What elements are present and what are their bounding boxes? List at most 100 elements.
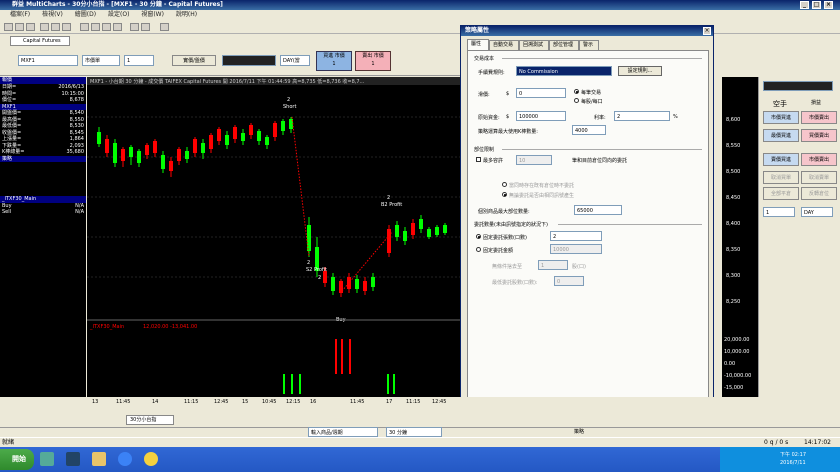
sheet-bar: 13 11:45 14 11:15 12:45 15 10:45 12:15 1… — [0, 397, 840, 427]
copy-icon[interactable] — [51, 23, 60, 31]
price-type-select[interactable]: 市價單 — [82, 55, 120, 66]
tab-alerts[interactable]: 警示 — [579, 40, 599, 50]
reverse-button[interactable]: 反轉倉位 — [801, 187, 837, 200]
fixed-qty-radio[interactable] — [476, 234, 481, 239]
menu-file[interactable]: 檔案(F) — [10, 11, 30, 18]
grid-icon[interactable] — [91, 23, 100, 31]
quote-spacer — [0, 162, 86, 196]
allow-checkbox[interactable] — [476, 157, 481, 162]
powershell-icon[interactable] — [66, 452, 80, 466]
round-input[interactable]: 1 — [538, 260, 568, 270]
quote-key: MXF1 — [2, 103, 16, 110]
sheet-tab[interactable]: 30分小台指 — [126, 415, 174, 425]
menu-window[interactable]: 視窗(W) — [141, 11, 164, 18]
opt2-label: 無論委託是否由相同訊號產生 — [509, 193, 575, 199]
opt1-radio[interactable] — [502, 182, 507, 187]
paste-icon[interactable] — [62, 23, 71, 31]
app-icon[interactable] — [40, 452, 54, 466]
menu-settings[interactable]: 設定(O) — [108, 11, 129, 18]
fixed-qty-input[interactable]: 2 — [550, 231, 602, 241]
per-contract-radio[interactable] — [574, 98, 579, 103]
close-all-button[interactable]: 全部平倉 — [763, 187, 799, 200]
capital-input[interactable]: 100000 — [516, 111, 566, 121]
status-text: 就緒 — [2, 439, 15, 446]
open-icon[interactable] — [15, 23, 24, 31]
action-button[interactable]: 實價/盤價 — [172, 55, 216, 66]
tab-properties[interactable]: 屬性 — [467, 39, 489, 50]
x-tick: 12:45 — [432, 399, 447, 405]
indicator-bars — [283, 339, 395, 394]
cancel-buy-button[interactable]: 取消買單 — [763, 171, 799, 184]
zoom-out-icon[interactable] — [141, 23, 150, 31]
section-order-size: 委託數量(未由訊號指定的狀況下) — [474, 222, 548, 228]
max-shares-input[interactable]: 65000 — [574, 205, 622, 215]
tab-auto-trade[interactable]: 自動交易 — [489, 40, 519, 50]
market-buy-button[interactable]: 市價買進 — [763, 111, 799, 124]
strategy-icon[interactable] — [113, 23, 122, 31]
min-shares-input[interactable]: 0 — [554, 276, 584, 286]
panel-tif-select[interactable]: DAY — [801, 207, 833, 217]
max-bars-input[interactable]: 4000 — [572, 125, 606, 135]
price-axis: 8,600 8,550 8,500 8,450 8,400 8,350 8,30… — [722, 77, 758, 397]
bid-buy-button[interactable]: 最價買進 — [763, 129, 799, 142]
candle — [331, 277, 335, 291]
candle — [419, 219, 423, 229]
candle — [153, 141, 157, 153]
menu-view[interactable]: 檢視(V) — [42, 11, 63, 18]
symbol-input[interactable]: MXF1 — [18, 55, 78, 66]
menu-help[interactable]: 說明(H) — [176, 11, 197, 18]
ask-buy-button[interactable]: 賣價買進 — [763, 153, 799, 166]
panel-qty-input[interactable]: 1 — [763, 207, 795, 217]
tif-select[interactable]: DAY(當 — [280, 55, 310, 66]
ie-icon[interactable] — [118, 452, 132, 466]
multicharts-icon[interactable] — [144, 452, 158, 466]
price-tick: 8,500 — [726, 169, 741, 175]
opt2-radio[interactable] — [502, 192, 507, 197]
cancel-sell-button[interactable]: 取消賣單 — [801, 171, 837, 184]
candle — [411, 223, 415, 235]
print-icon[interactable] — [160, 23, 169, 31]
strategy-button[interactable]: 策略 — [574, 428, 584, 435]
cut-icon[interactable] — [40, 23, 49, 31]
candle — [113, 143, 117, 163]
fixed-amount-input[interactable]: 10000 — [550, 244, 602, 254]
interval-select[interactable]: 30 分鐘 — [386, 427, 442, 437]
tab-capital-futures[interactable]: Capital Futures — [10, 36, 70, 46]
maximize-icon[interactable]: □ — [812, 1, 821, 9]
account-select[interactable] — [222, 55, 276, 66]
allow-input[interactable]: 10 — [516, 155, 552, 165]
close-icon[interactable]: × — [824, 1, 833, 9]
save-icon[interactable] — [26, 23, 35, 31]
start-button[interactable]: 開始 — [0, 449, 34, 470]
market-sell-button[interactable]: 市價賣出 — [801, 111, 837, 124]
new-icon[interactable] — [4, 23, 13, 31]
slippage-input[interactable]: 0 — [516, 88, 566, 98]
zoom-in-icon[interactable] — [130, 23, 139, 31]
x-axis-labels: 13 11:45 14 11:15 12:45 15 10:45 12:15 1… — [4, 399, 460, 407]
symbol-interval-select[interactable]: 輸入商品/週期 — [308, 427, 378, 437]
indicator-icon[interactable] — [102, 23, 111, 31]
minimize-icon[interactable]: _ — [800, 1, 809, 9]
ask-sell-button[interactable]: 市價賣出 — [801, 153, 837, 166]
price-chart[interactable]: MXF1 - 小台期 30 分鐘 - 成交價 TAIFEX Capital Fu… — [87, 77, 460, 397]
max-bars-label: 策略運算最大使用K棒數量: — [478, 129, 538, 135]
fixed-amount-radio[interactable] — [476, 247, 481, 252]
chart-icon[interactable] — [80, 23, 89, 31]
commission-select[interactable]: No Commission — [516, 66, 612, 76]
account-select[interactable] — [763, 81, 833, 91]
menu-draw[interactable]: 繪圖(D) — [75, 11, 96, 18]
folder-icon[interactable] — [92, 452, 106, 466]
qty-input[interactable]: 1 — [124, 55, 154, 66]
dialog-close-icon[interactable]: × — [703, 27, 711, 35]
quote-key: 下跌量= — [2, 142, 22, 149]
tab-backtest[interactable]: 回溯測試 — [519, 40, 549, 50]
tab-position-mgmt[interactable]: 部位管理 — [549, 40, 579, 50]
b2profit-label: B2 Profit — [381, 202, 402, 208]
sell-market-button[interactable]: 賣出 市價 1 — [355, 51, 391, 71]
interest-input[interactable]: 2 — [614, 111, 670, 121]
candle — [97, 132, 101, 144]
buy-market-button[interactable]: 買進 市價 1 — [316, 51, 352, 71]
set-rule-button[interactable]: 設定規則... — [618, 66, 662, 76]
bid-sell-button[interactable]: 買價賣出 — [801, 129, 837, 142]
per-trade-radio[interactable] — [574, 89, 579, 94]
